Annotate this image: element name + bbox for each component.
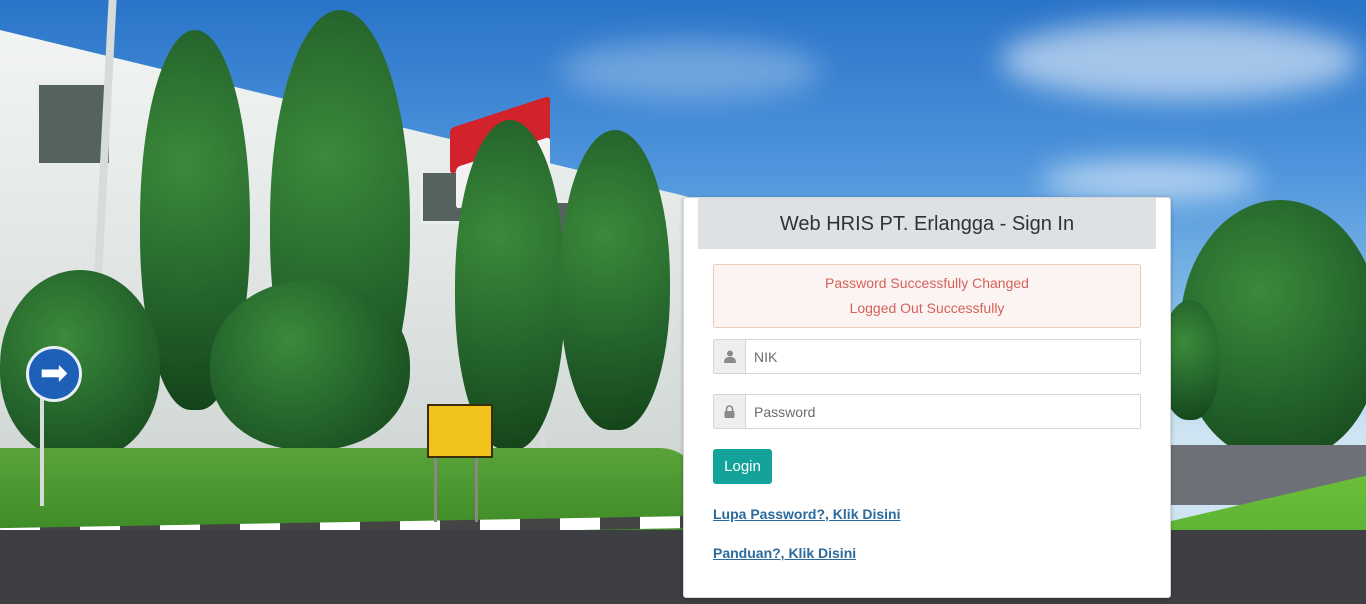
nik-input[interactable] — [746, 340, 1140, 373]
panel-title: Web HRIS PT. Erlangga - Sign In — [698, 198, 1156, 249]
password-input-group — [713, 394, 1141, 429]
password-input[interactable] — [746, 395, 1140, 428]
login-button[interactable]: Login — [713, 449, 772, 484]
status-alert: Password Successfully Changed Logged Out… — [713, 264, 1141, 328]
user-icon — [714, 340, 746, 373]
direction-sign-icon: ➡ — [26, 346, 82, 402]
login-panel: Web HRIS PT. Erlangga - Sign In Password… — [683, 197, 1171, 598]
guide-link[interactable]: Panduan?, Klik Disini — [713, 545, 856, 561]
forgot-password-link[interactable]: Lupa Password?, Klik Disini — [713, 506, 900, 522]
alert-logged-out: Logged Out Successfully — [849, 300, 1005, 316]
alert-password-changed: Password Successfully Changed — [825, 275, 1029, 291]
lock-icon — [714, 395, 746, 428]
warning-signboard — [427, 404, 493, 458]
nik-input-group — [713, 339, 1141, 374]
